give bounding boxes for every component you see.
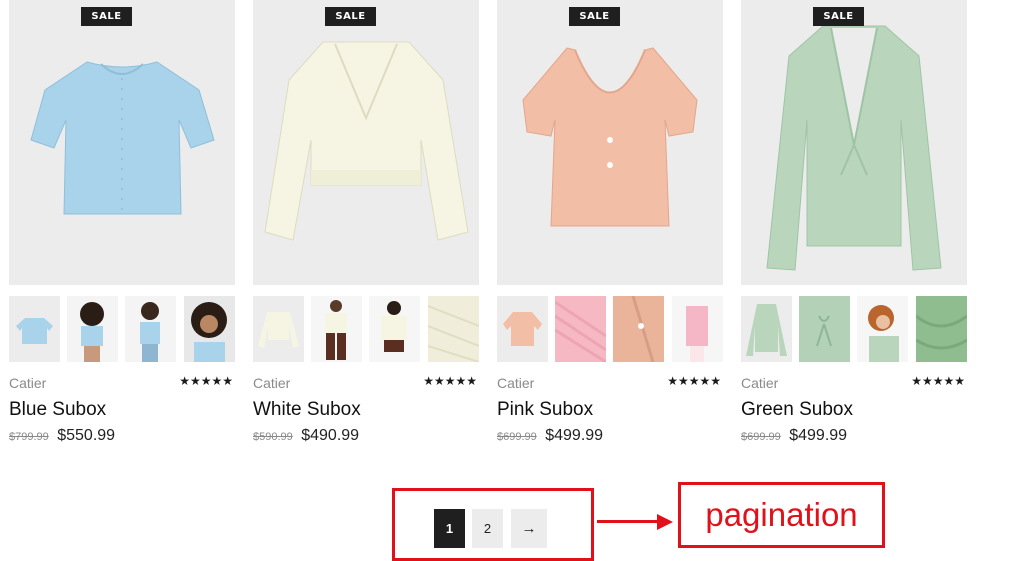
product-prices: $699.99 $499.99 (741, 427, 847, 445)
thumbnail-strip (741, 296, 967, 362)
product-brand: Catier (253, 375, 291, 391)
product-card: SALE Catier ★★★★★ White Subox $590.99 $4… (253, 0, 479, 444)
annotation-arrow-line (597, 520, 661, 523)
sale-price: $499.99 (789, 427, 848, 444)
thumbnail-1[interactable] (741, 296, 792, 362)
sale-badge: SALE (813, 7, 864, 26)
rating-stars: ★★★★★ (179, 374, 233, 388)
product-prices: $590.99 $490.99 (253, 427, 359, 445)
thumbnail-1[interactable] (9, 296, 60, 362)
thumbnail-4[interactable] (184, 296, 235, 362)
sale-badge: SALE (81, 7, 132, 26)
product-name[interactable]: Pink Subox (497, 399, 593, 421)
thumbnail-3[interactable] (369, 296, 420, 362)
product-name[interactable]: White Subox (253, 399, 361, 421)
old-price: $699.99 (741, 431, 781, 443)
old-price: $799.99 (9, 431, 49, 443)
annotation-arrow-head-icon (657, 514, 673, 530)
peach-top-illustration (522, 47, 698, 227)
product-image[interactable]: SALE (497, 0, 723, 285)
thumbnail-3[interactable] (857, 296, 908, 362)
next-page-button[interactable]: → (511, 509, 547, 548)
sale-badge: SALE (569, 7, 620, 26)
annotation-label-box: pagination (678, 482, 885, 548)
thumbnail-strip (497, 296, 723, 362)
old-price: $590.99 (253, 431, 293, 443)
old-price: $699.99 (497, 431, 537, 443)
thumbnail-2[interactable] (67, 296, 118, 362)
green-cardigan-illustration (766, 25, 942, 271)
rating-stars: ★★★★★ (911, 374, 965, 388)
thumbnail-2[interactable] (555, 296, 606, 362)
thumbnail-2[interactable] (311, 296, 362, 362)
product-name[interactable]: Green Subox (741, 399, 853, 421)
product-image[interactable]: SALE (741, 0, 967, 285)
product-grid: SALE Catier ★★★★★ Blue Subox $799.99 $55… (9, 0, 969, 450)
product-brand: Catier (741, 375, 779, 391)
product-card: SALE Catier ★★★★★ Pink Subox $699.99 $49… (497, 0, 723, 444)
sale-badge: SALE (325, 7, 376, 26)
blue-top-illustration (30, 61, 215, 215)
page-2-button[interactable]: 2 (472, 509, 503, 548)
product-image[interactable]: SALE (253, 0, 479, 285)
thumbnail-4[interactable] (672, 296, 723, 362)
product-prices: $799.99 $550.99 (9, 427, 115, 445)
product-card: SALE Catier ★★★★★ Green Subox $699.99 $4… (741, 0, 967, 444)
white-sweater-illustration (264, 41, 469, 241)
product-name[interactable]: Blue Subox (9, 399, 106, 421)
product-brand: Catier (497, 375, 535, 391)
thumbnail-4[interactable] (428, 296, 479, 362)
product-prices: $699.99 $499.99 (497, 427, 603, 445)
annotation-label: pagination (705, 496, 858, 533)
product-brand: Catier (9, 375, 47, 391)
product-image[interactable]: SALE (9, 0, 235, 285)
sale-price: $499.99 (545, 427, 604, 444)
thumbnail-3[interactable] (613, 296, 664, 362)
rating-stars: ★★★★★ (667, 374, 721, 388)
product-card: SALE Catier ★★★★★ Blue Subox $799.99 $55… (9, 0, 235, 444)
thumbnail-strip (9, 296, 235, 362)
thumbnail-1[interactable] (497, 296, 548, 362)
thumbnail-2[interactable] (799, 296, 850, 362)
thumbnail-3[interactable] (125, 296, 176, 362)
sale-price: $550.99 (57, 427, 116, 444)
rating-stars: ★★★★★ (423, 374, 477, 388)
thumbnail-4[interactable] (916, 296, 967, 362)
sale-price: $490.99 (301, 427, 360, 444)
thumbnail-1[interactable] (253, 296, 304, 362)
page-1-button[interactable]: 1 (434, 509, 465, 548)
thumbnail-strip (253, 296, 479, 362)
